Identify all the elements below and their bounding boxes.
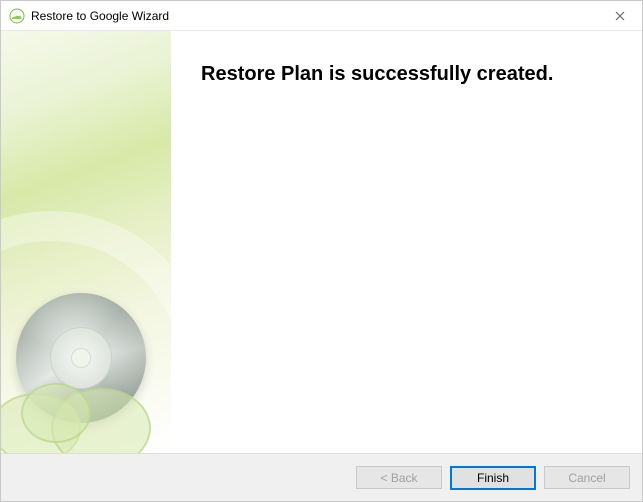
app-icon <box>9 8 25 24</box>
wizard-sidebar-graphic <box>1 31 171 453</box>
wizard-content: Restore Plan is successfully created. <box>171 31 642 453</box>
wizard-footer: < Back Finish Cancel <box>1 453 642 501</box>
finish-button[interactable]: Finish <box>450 466 536 490</box>
close-button[interactable] <box>597 1 642 30</box>
success-heading: Restore Plan is successfully created. <box>201 63 612 86</box>
back-button: < Back <box>356 466 442 489</box>
cloud-graphic <box>1 373 171 453</box>
wizard-window: Restore to Google Wizard Restore Plan is… <box>0 0 643 502</box>
titlebar: Restore to Google Wizard <box>1 1 642 31</box>
wizard-body: Restore Plan is successfully created. <box>1 31 642 453</box>
window-title: Restore to Google Wizard <box>31 9 597 23</box>
cancel-button: Cancel <box>544 466 630 489</box>
window-controls <box>597 1 642 30</box>
